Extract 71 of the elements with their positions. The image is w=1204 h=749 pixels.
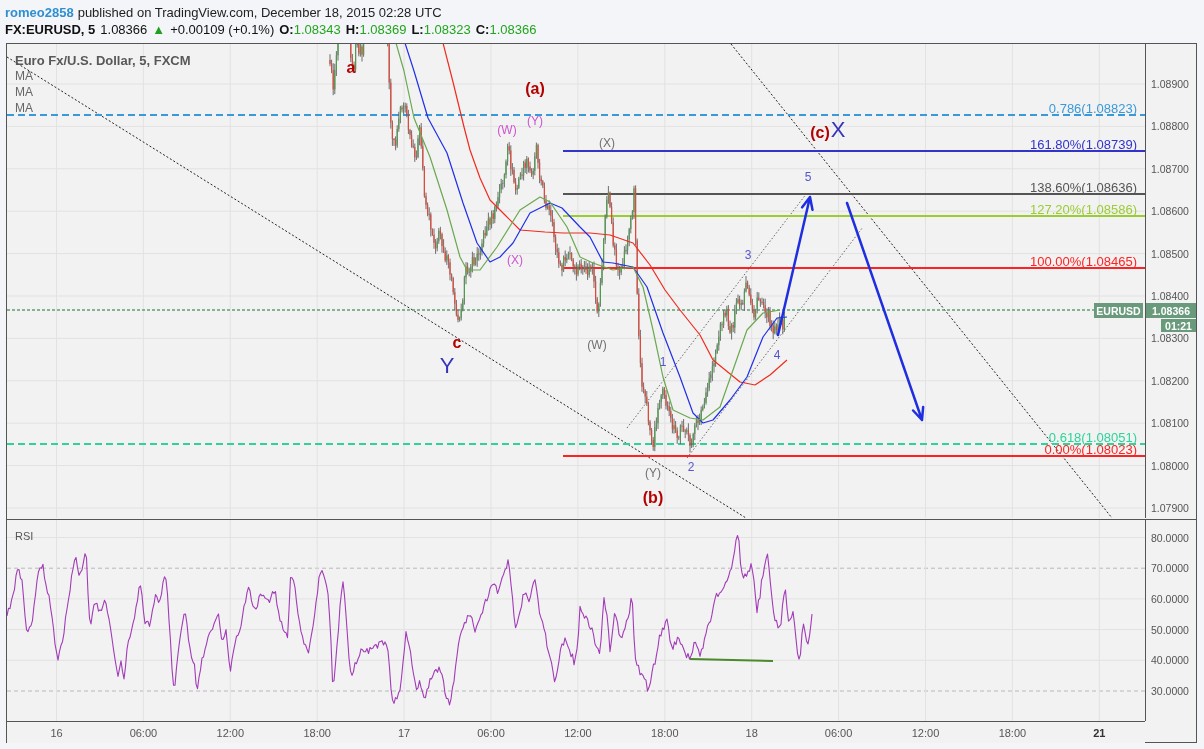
wave-label: (c) [810,123,830,141]
wave-label: 2 [687,460,695,474]
rsi-axis-label: 30.0000 [1151,685,1189,697]
price-tag: 1.08366 [1146,303,1196,318]
time-axis-label: 06:00 [477,726,505,739]
price-axis-label: 1.08600 [1151,205,1189,218]
indicator-label: MA [15,68,33,83]
up-triangle-icon: ▲ [152,23,166,36]
price-axis-label: 1.08800 [1151,120,1189,133]
price-axis-label: 1.08700 [1151,162,1189,175]
indicator-label: MA [15,100,33,115]
rsi-axis-label: 50.0000 [1151,623,1189,636]
time-axis-label: 06:00 [824,726,853,739]
time-axis-label: 18:00 [303,726,331,739]
rsi-axis-label: 60.0000 [1151,592,1189,605]
rsi-axis-label: 40.0000 [1151,654,1189,667]
price-axis-label: 1.08100 [1151,417,1189,430]
countdown-tag: 01:21 [1161,319,1196,332]
wave-label: 5 [804,170,812,184]
time-axis-label: 06:00 [129,726,158,739]
wave-label: (Y) [645,466,661,480]
wave-label: (W) [587,338,607,352]
wave-label: (X) [507,253,523,267]
fibonacci-level-label: 161.80%(1.08739) [1030,136,1137,152]
ohlc-value: H:1.08369 [345,22,407,37]
price-axis-label: 1.08200 [1151,374,1189,387]
wave-label: 3 [744,248,752,262]
chart-title: Euro Fx/U.S. Dollar, 5, FXCM [15,52,191,68]
fibonacci-level-label: 127.20%(1.08586) [1030,201,1137,217]
wave-label: (a) [525,79,545,97]
wave-label: 1 [659,355,667,369]
ohlc-value: C:1.08366 [475,22,537,37]
price-axis-label: 1.08900 [1151,78,1189,90]
price-change: +0.00109 (+0.1%) [170,22,275,37]
price-axis-label: 1.08500 [1151,247,1189,260]
fibonacci-level-label: 0.786(1.08823) [1048,100,1137,116]
price-axis-label: 1.08000 [1151,459,1189,472]
last-price: 1.08366 [100,22,148,37]
wave-label: (X) [599,136,615,150]
wave-label: 4 [773,348,781,362]
time-axis-label: 18:00 [651,726,679,739]
symbol-tag: EURUSD [1094,303,1143,318]
time-axis-label: 21 [1093,726,1106,739]
fibonacci-level-label: 138.60%(1.08636) [1030,179,1137,195]
author-link[interactable]: romeo2858 [5,4,74,20]
rsi-axis-label: 80.0000 [1151,531,1189,544]
price-axis-label: 1.07900 [1151,502,1189,514]
fibonacci-level-label: 100.00%(1.08465) [1030,253,1137,269]
wave-label: (W) [497,123,517,137]
ohlc-value: L:1.08323 [411,22,471,37]
time-axis-label: 18:00 [998,726,1027,739]
indicator-title: RSI [15,530,34,542]
time-axis-label: 18 [745,726,758,739]
time-axis-label: 12:00 [911,726,940,739]
price-axis-label: 1.08300 [1151,332,1189,345]
publish-info: published on TradingView.com, December 18, 2015 02:28 UTC [77,4,442,20]
ohlc-value: O:1.08343 [279,22,341,37]
wave-label: a [346,58,356,76]
wave-label: (Y) [527,114,543,128]
time-axis-label: 17 [398,726,411,739]
rsi-axis-label: 70.0000 [1151,562,1189,575]
price-axis-label: 1.08400 [1151,290,1189,302]
indicator-label: MA [15,84,33,99]
time-axis-label: 12:00 [216,726,245,739]
wave-label: Y [439,352,455,378]
time-axis-label: 12:00 [564,726,592,739]
wave-label: X [830,116,846,142]
wave-label: c [452,333,462,351]
wave-label: (b) [642,488,664,506]
symbol-name: FX:EURUSD, 5 [5,22,96,37]
time-axis-label: 16 [50,726,63,739]
